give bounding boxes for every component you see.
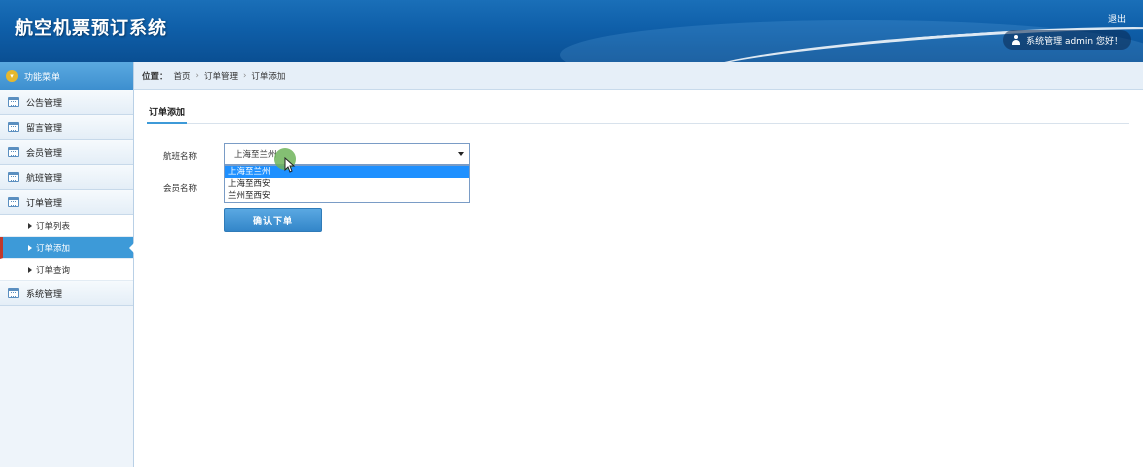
sidebar-item-label: 订单管理 <box>26 198 63 209</box>
calendar-icon <box>8 122 19 132</box>
user-info: 系统管理 admin 您好！ <box>1003 30 1131 50</box>
sidebar-item-orders[interactable]: 订单管理 <box>0 190 133 215</box>
flight-name-label: 航班名称 <box>163 152 198 162</box>
app-title: 航空机票预订系统 <box>15 18 167 39</box>
caret-right-icon <box>28 266 32 273</box>
sidebar-item-system[interactable]: 系统管理 <box>0 281 133 306</box>
tab-order-add[interactable]: 订单添加 <box>147 102 188 124</box>
caret-right-icon <box>28 244 32 251</box>
sidebar-item-messages[interactable]: 留言管理 <box>0 115 133 140</box>
breadcrumb: 位置： 首页 › 订单管理 › 订单添加 <box>134 62 1143 90</box>
sidebar-item-flights[interactable]: 航班管理 <box>0 165 133 190</box>
sidebar-subitem-order-add[interactable]: 订单添加 <box>0 237 134 259</box>
calendar-icon <box>8 197 19 207</box>
sidebar-item-label: 留言管理 <box>26 123 63 134</box>
calendar-icon <box>8 172 19 182</box>
flight-option[interactable]: 上海至兰州 <box>225 166 469 178</box>
breadcrumb-separator: › <box>195 70 199 81</box>
sidebar-subitem-label: 订单列表 <box>36 221 71 232</box>
app-header: 航空机票预订系统 退出 系统管理 admin 您好！ <box>0 0 1143 62</box>
sidebar-item-label: 航班管理 <box>26 173 63 184</box>
chevron-down-icon: ▾ <box>6 70 18 82</box>
calendar-icon <box>8 147 19 157</box>
confirm-order-button[interactable]: 确认下单 <box>224 208 322 232</box>
breadcrumb-orders[interactable]: 订单管理 <box>204 70 238 82</box>
main-content: 位置： 首页 › 订单管理 › 订单添加 订单添加 航班名称 上海至兰州 会员名… <box>134 62 1143 467</box>
sidebar-header-label: 功能菜单 <box>24 72 61 83</box>
flight-option[interactable]: 上海至西安 <box>225 178 469 190</box>
sidebar-subitem-label: 订单添加 <box>36 243 71 254</box>
sidebar-subitem-order-query[interactable]: 订单查询 <box>0 259 133 281</box>
mouse-cursor-icon <box>284 157 296 173</box>
flight-name-selected: 上海至兰州 <box>234 150 277 160</box>
calendar-icon <box>8 288 19 298</box>
sidebar: ▾ 功能菜单 公告管理 留言管理 会员管理 航班管理 订单管理 订单列表 订单添… <box>0 62 134 467</box>
tab-bar: 订单添加 <box>147 102 1129 124</box>
logout-link[interactable]: 退出 <box>1108 12 1126 25</box>
sidebar-header: ▾ 功能菜单 <box>0 62 133 90</box>
sidebar-item-label: 公告管理 <box>26 98 63 109</box>
sidebar-item-label: 会员管理 <box>26 148 63 159</box>
flight-options-dropdown: 上海至兰州 上海至西安 兰州至西安 <box>224 165 470 203</box>
user-icon <box>1011 35 1021 45</box>
sidebar-subitem-label: 订单查询 <box>36 265 71 276</box>
sidebar-item-members[interactable]: 会员管理 <box>0 140 133 165</box>
sidebar-subitem-order-list[interactable]: 订单列表 <box>0 215 133 237</box>
sidebar-item-announcements[interactable]: 公告管理 <box>0 90 133 115</box>
flight-name-select[interactable]: 上海至兰州 <box>224 143 470 165</box>
flight-option[interactable]: 兰州至西安 <box>225 190 469 202</box>
breadcrumb-home[interactable]: 首页 <box>174 70 191 82</box>
chevron-down-icon <box>458 152 464 156</box>
user-greeting: 系统管理 admin 您好！ <box>1026 36 1123 47</box>
caret-right-icon <box>28 222 32 229</box>
breadcrumb-separator: › <box>242 70 247 81</box>
member-name-label: 会员名称 <box>163 184 198 194</box>
breadcrumb-current: 订单添加 <box>251 71 286 82</box>
calendar-icon <box>8 97 19 107</box>
sidebar-item-label: 系统管理 <box>26 289 63 300</box>
breadcrumb-prefix: 位置： <box>142 71 168 82</box>
